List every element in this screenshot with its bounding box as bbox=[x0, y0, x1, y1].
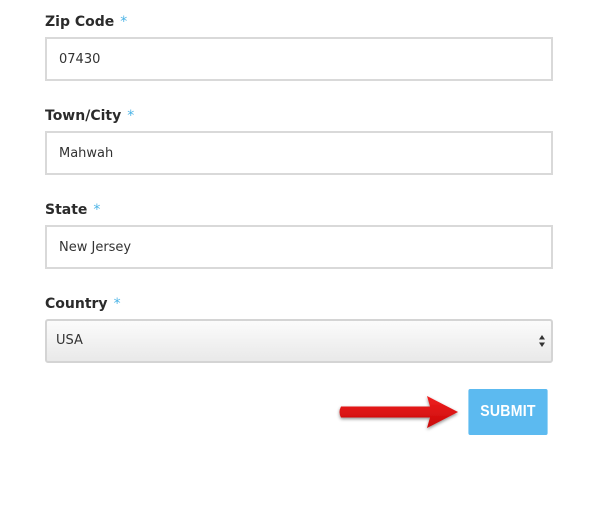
zip-code-label: Zip Code * bbox=[45, 13, 127, 31]
required-asterisk: * bbox=[93, 202, 101, 218]
country-select[interactable]: USA bbox=[45, 319, 553, 363]
submit-button[interactable]: SUBMIT bbox=[468, 389, 548, 435]
zip-code-label-text: Zip Code bbox=[45, 14, 115, 30]
updown-arrows-icon bbox=[539, 335, 545, 347]
country-label-text: Country bbox=[45, 296, 108, 312]
required-asterisk: * bbox=[127, 108, 135, 124]
town-city-label: Town/City * bbox=[45, 107, 134, 125]
zip-code-input[interactable] bbox=[45, 37, 553, 81]
country-select-value: USA bbox=[56, 333, 83, 348]
country-label: Country * bbox=[45, 295, 121, 313]
town-city-input[interactable] bbox=[45, 131, 553, 175]
state-input[interactable] bbox=[45, 225, 553, 269]
state-label: State * bbox=[45, 201, 100, 219]
town-city-label-text: Town/City bbox=[45, 108, 122, 124]
state-label-text: State bbox=[45, 202, 88, 218]
red-arrow-icon bbox=[339, 396, 458, 428]
required-asterisk: * bbox=[113, 296, 121, 312]
required-asterisk: * bbox=[120, 14, 128, 30]
